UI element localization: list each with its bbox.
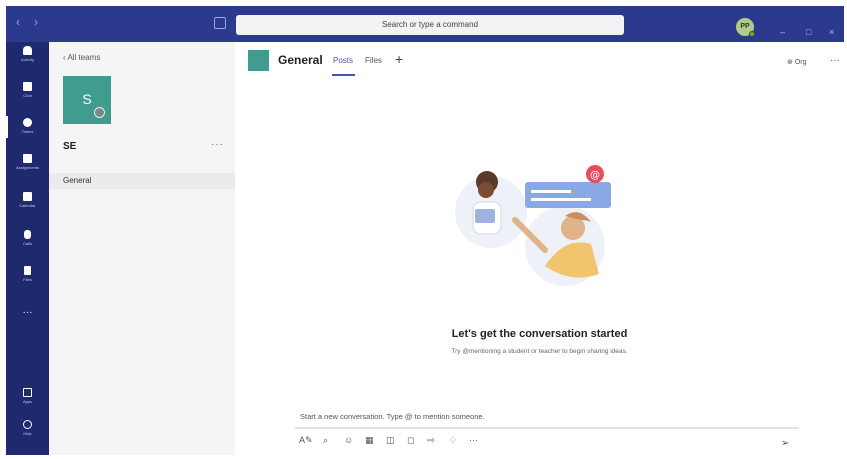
meet-now-icon[interactable]: ◻ — [407, 435, 414, 446]
app-label: Assignments — [16, 165, 39, 170]
empty-state-title: Let's get the conversation started — [451, 328, 628, 340]
app-label: Teams — [21, 129, 34, 134]
team-avatar[interactable]: S — [63, 76, 111, 124]
new-chat-icon[interactable] — [214, 17, 226, 29]
gif-icon[interactable]: ▦ — [365, 435, 374, 446]
app-label: Apps — [22, 399, 33, 404]
back-arrow-icon[interactable]: ‹ — [16, 15, 34, 29]
attach-icon[interactable]: ⌕ — [323, 435, 328, 446]
app-label: Chat — [23, 93, 32, 98]
channel-title: General — [278, 53, 323, 67]
forward-arrow-icon[interactable]: › — [34, 15, 52, 29]
channel-view: General Posts Files + ⊕ Org ··· @ Let's … — [235, 42, 844, 455]
app-teams[interactable]: Teams — [6, 116, 49, 150]
app-apps[interactable]: Apps — [6, 386, 49, 420]
phone-icon — [24, 230, 31, 239]
svg-text:@: @ — [590, 170, 600, 181]
tab-files[interactable]: Files — [365, 56, 382, 65]
apps-icon — [23, 388, 32, 397]
channel-icon — [248, 50, 269, 71]
bell-icon — [23, 46, 32, 55]
team-more-options-button[interactable]: ··· — [211, 139, 224, 150]
send-icon[interactable]: ➢ — [781, 438, 789, 449]
app-calendar[interactable]: Calendar — [6, 190, 49, 224]
app-help[interactable]: Help — [6, 418, 49, 452]
app-chat[interactable]: Chat — [6, 80, 49, 114]
close-button[interactable]: × — [829, 27, 834, 37]
team-name: SE — [63, 141, 77, 152]
history-nav: ‹› — [16, 15, 52, 29]
edit-icon — [94, 107, 105, 118]
maximize-button[interactable]: □ — [806, 27, 811, 37]
emoji-icon[interactable]: ☺ — [344, 435, 353, 445]
app-label: Files — [23, 277, 32, 282]
org-chart-icon: ⊕ — [787, 59, 795, 66]
teams-panel: ‹ All teams S SE ··· General — [49, 42, 235, 455]
org-button[interactable]: ⊕ Org — [787, 58, 806, 66]
channel-label: General — [63, 176, 92, 185]
stream-icon[interactable]: ⇨ — [427, 435, 435, 446]
file-icon — [24, 266, 31, 275]
message-composer[interactable]: Start a new conversation. Type @ to ment… — [295, 403, 799, 429]
all-teams-link[interactable]: ‹ All teams — [63, 53, 100, 62]
format-icon[interactable]: A✎ — [299, 435, 313, 446]
help-icon — [23, 420, 32, 429]
org-label: Org — [794, 59, 807, 66]
add-tab-button[interactable]: + — [395, 51, 403, 67]
app-activity[interactable]: Activity — [6, 44, 49, 78]
active-tab-indicator — [332, 74, 355, 76]
app-label: Calendar — [19, 203, 36, 208]
presence-status-icon — [749, 31, 755, 37]
app-files[interactable]: Files — [6, 264, 49, 298]
app-calls[interactable]: Calls — [6, 228, 49, 262]
avatar-initials: PP — [740, 23, 750, 30]
app-bar: Activity Chat Teams Assignments Calendar… — [6, 42, 49, 455]
app-label: Help — [23, 431, 32, 436]
tab-posts[interactable]: Posts — [333, 56, 353, 65]
assignments-icon — [23, 154, 32, 163]
avatar[interactable]: PP — [736, 18, 755, 37]
sticker-icon[interactable]: ◫ — [386, 435, 395, 446]
conversation-illustration: @ — [455, 165, 611, 286]
app-assignments[interactable]: Assignments — [6, 152, 49, 186]
more-apps-button[interactable]: ··· — [6, 307, 49, 318]
app-label: Calls — [23, 241, 32, 246]
channel-more-options-button[interactable]: ··· — [830, 55, 840, 66]
team-avatar-letter: S — [82, 91, 92, 107]
chat-icon — [23, 82, 32, 91]
search-input[interactable]: Search or type a command — [236, 15, 624, 35]
channel-item-general[interactable]: General — [49, 173, 235, 189]
more-options-icon[interactable]: ··· — [469, 435, 478, 445]
composer-placeholder: Start a new conversation. Type @ to ment… — [300, 412, 485, 421]
app-label: Activity — [21, 57, 34, 62]
teams-icon — [23, 118, 32, 127]
minimize-button[interactable]: – — [780, 27, 785, 37]
empty-state-subtitle: Try @mentioning a student or teacher to … — [451, 348, 628, 355]
calendar-icon — [23, 192, 32, 201]
praise-icon[interactable]: ♢ — [449, 435, 457, 446]
